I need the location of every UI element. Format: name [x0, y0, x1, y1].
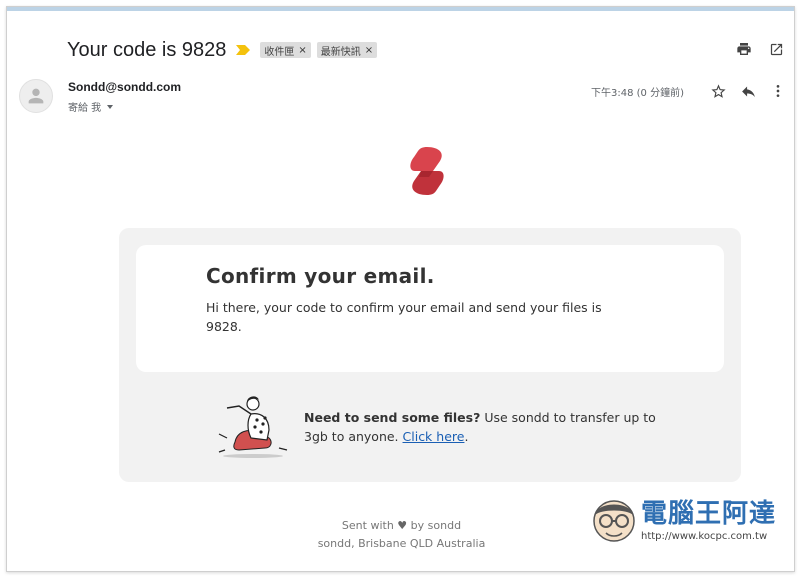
sitting-person-illustration — [218, 396, 288, 458]
email-subject: Your code is 9828 — [67, 38, 227, 61]
label-inbox-text: 收件匣 — [264, 46, 295, 58]
mascot-logo — [593, 500, 635, 542]
remove-label-inbox-button[interactable]: × — [298, 45, 306, 56]
chevron-down-icon — [107, 104, 114, 109]
label-inbox: 收件匣 × — [260, 42, 311, 58]
watermark-title: 電腦王阿達 — [641, 499, 777, 529]
by-sondd-text: by sondd — [410, 519, 462, 532]
open-in-new-window-icon[interactable] — [766, 39, 786, 59]
person-icon — [28, 88, 44, 104]
label-updates-text: 最新快訊 — [320, 46, 361, 58]
email-content-card: Confirm your email. Hi there, your code … — [119, 228, 741, 482]
promo-text: Need to send some files? Use sondd to tr… — [304, 408, 664, 446]
confirm-message: Hi there, your code to confirm your emai… — [206, 300, 602, 334]
message-meta: 下午3:48 (0 分鐘前) — [591, 81, 788, 101]
importance-marker-icon[interactable] — [236, 45, 251, 55]
promo-period: . — [464, 429, 469, 444]
reply-icon[interactable] — [738, 81, 758, 101]
print-icon[interactable] — [734, 39, 754, 59]
click-here-link[interactable]: Click here — [403, 429, 465, 444]
sondd-logo-icon — [410, 147, 444, 195]
remove-label-updates-button[interactable]: × — [365, 45, 373, 56]
recipient-text: 寄給 我 — [68, 103, 102, 114]
top-accent-bar — [7, 7, 794, 11]
heart-icon: ♥ — [397, 519, 408, 532]
watermark-url: http://www.kocpc.com.tw — [641, 531, 768, 542]
more-vert-icon[interactable] — [768, 81, 788, 101]
star-icon[interactable] — [708, 81, 728, 101]
sender-email: Sondd@sondd.com — [68, 80, 182, 94]
recipient-details-toggle[interactable]: 寄給 我 — [68, 99, 114, 114]
sent-with-text: Sent with — [341, 519, 394, 532]
promo-heading: Need to send some files? — [304, 410, 481, 425]
sender-avatar — [19, 79, 53, 113]
email-view: Your code is 9828 收件匣 × 最新快訊 × Sondd@son… — [6, 6, 795, 572]
confirm-panel: Confirm your email. Hi there, your code … — [136, 245, 724, 372]
site-watermark: 電腦王阿達 http://www.kocpc.com.tw — [589, 491, 793, 551]
confirm-heading: Confirm your email. — [206, 264, 435, 288]
subject-row: Your code is 9828 收件匣 × 最新快訊 × — [67, 37, 383, 63]
thread-actions — [734, 39, 786, 59]
label-updates: 最新快訊 × — [316, 42, 378, 58]
message-timestamp: 下午3:48 (0 分鐘前) — [591, 87, 684, 99]
